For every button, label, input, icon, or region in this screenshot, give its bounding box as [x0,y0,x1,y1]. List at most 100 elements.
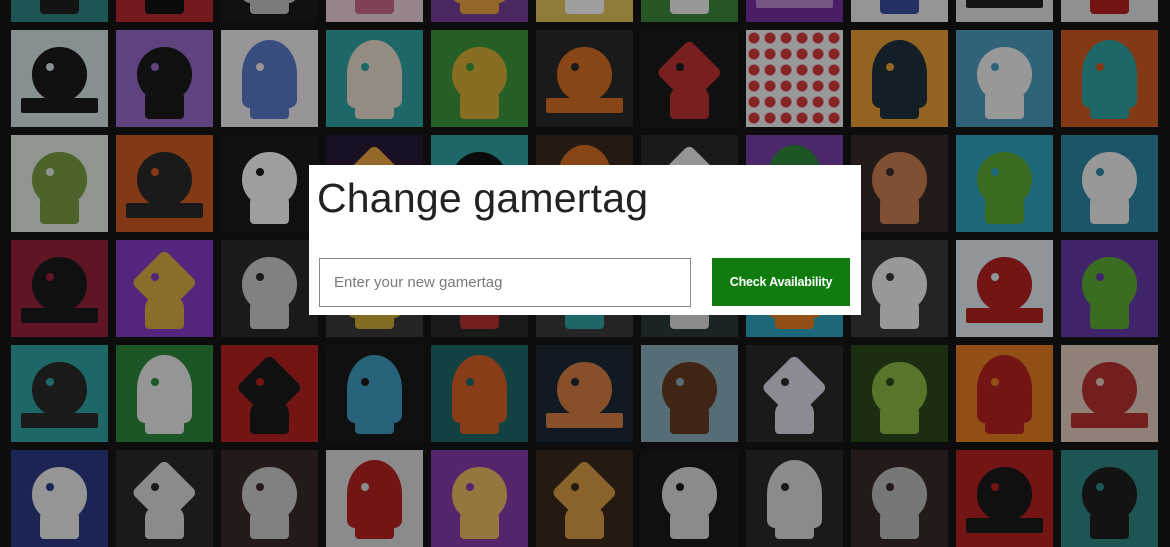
gamerpic-tile [1061,30,1158,127]
tile-shape [990,482,999,491]
gamerpic-tile [116,135,213,232]
tile-shape [755,0,834,9]
tile-shape [1070,412,1149,429]
tile-shape [570,377,579,386]
tile-shape [1090,191,1129,225]
tile-shape [885,167,894,176]
tile-shape [20,307,99,324]
gamerpic-tile [221,450,318,547]
gamerpic-tile [326,30,423,127]
tile-shape [1090,506,1129,540]
gamerpic-tile [536,345,633,442]
tile-shape [675,377,684,386]
tile-shape [20,97,99,114]
tile-shape [885,482,894,491]
tile-shape [460,506,499,540]
tile-shape [250,191,289,225]
tile-shape [250,401,289,435]
gamerpic-tile [641,450,738,547]
tile-shape [545,97,624,114]
tile-shape [255,62,264,71]
tile-shape [675,482,684,491]
gamerpic-tile [851,240,948,337]
gamerpic-tile [956,240,1053,337]
gamerpic-tile [956,135,1053,232]
tile-shape [145,86,184,120]
gamerpic-tile [11,30,108,127]
gamerpic-tile [11,345,108,442]
gamerpic-tile [116,450,213,547]
gamerpic-tile [851,135,948,232]
tile-shape [355,506,394,540]
tile-shape [150,272,159,281]
tile-shape [145,401,184,435]
tile-shape [1090,296,1129,330]
tile-shape [150,62,159,71]
tile-shape [1095,272,1104,281]
tile-shape [355,86,394,120]
gamerpic-tile [326,345,423,442]
tile-shape [125,202,204,219]
tile-shape [360,377,369,386]
tile-shape [670,506,709,540]
tile-shape [250,506,289,540]
gamerpic-tile [1061,450,1158,547]
tile-shape [775,506,814,540]
tile-shape [465,482,474,491]
gamerpic-tile [221,135,318,232]
tile-shape [977,467,1032,522]
gamerpic-tile [431,345,528,442]
gamerpic-tile [536,0,633,22]
tile-shape [557,362,612,417]
tile-shape [985,191,1024,225]
tile-shape [355,401,394,435]
tile-shape [255,377,264,386]
gamerpic-tile [536,30,633,127]
gamerpic-tile [11,450,108,547]
tile-shape [45,272,54,281]
gamerpic-tile [851,450,948,547]
tile-shape [32,362,87,417]
gamerpic-tile [1061,240,1158,337]
tile-shape [40,506,79,540]
tile-shape [355,0,394,15]
gamerpic-tile [431,0,528,22]
gamerpic-tile [116,0,213,22]
tile-shape [150,377,159,386]
gamerpic-tile [116,30,213,127]
tile-shape [145,296,184,330]
gamerpic-tile [851,345,948,442]
tile-shape [885,62,894,71]
gamerpic-tile [116,240,213,337]
gamerpic-tile [221,345,318,442]
gamerpic-tile [11,240,108,337]
tile-shape [775,401,814,435]
gamerpic-tile [851,30,948,127]
tile-shape [1095,482,1104,491]
tile-shape [780,377,789,386]
tile-shape [880,191,919,225]
tile-shape [1090,86,1129,120]
gamerpic-tile [326,0,423,22]
gamerpic-tile [746,0,843,22]
gamerpic-tile [326,450,423,547]
tile-shape [965,0,1044,9]
tile-shape [880,0,919,15]
tile-shape [1095,167,1104,176]
tile-shape [977,257,1032,312]
tile-shape [40,0,79,15]
tile-shape [965,307,1044,324]
tile-shape [32,257,87,312]
check-availability-button[interactable]: Check Availability [712,258,850,306]
gamerpic-tile [116,345,213,442]
tile-shape [880,506,919,540]
tile-shape [565,506,604,540]
gamertag-input[interactable] [319,258,691,307]
tile-shape [570,482,579,491]
gamerpic-tile [746,345,843,442]
tile-shape [545,412,624,429]
gamerpic-tile [956,30,1053,127]
tile-shape [1090,0,1129,15]
tile-shape [40,191,79,225]
gamerpic-tile [851,0,948,22]
